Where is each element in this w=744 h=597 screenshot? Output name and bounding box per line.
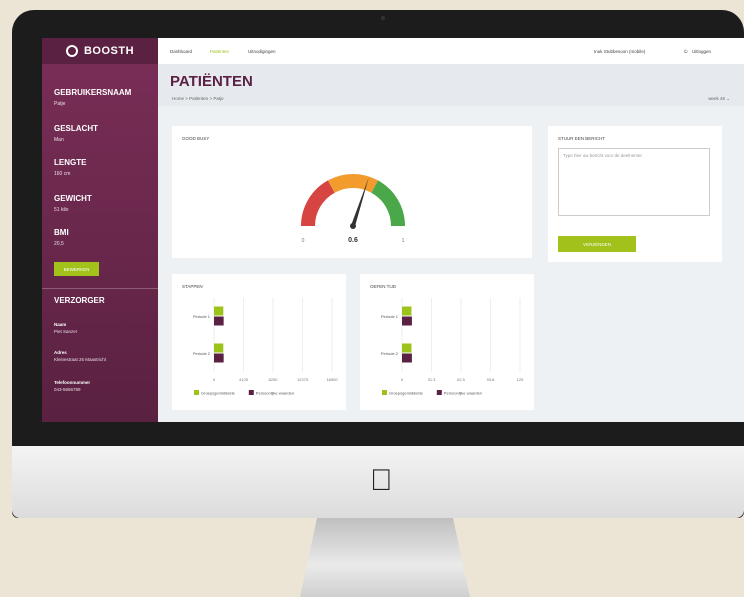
field-value: 51 kilo: [54, 207, 69, 213]
steps-legend-swatch: [248, 390, 254, 395]
field-label: GEWICHT: [54, 194, 92, 203]
logo[interactable]: BOOSTH: [42, 38, 158, 64]
exercise-chart: 0 31.3 62.5 93.8 125 Periode 1 Periode 2 Groeps…: [381, 298, 524, 396]
logo-text: BOOSTH: [83, 45, 135, 57]
field-value: Piet Sanzer: [54, 329, 78, 334]
steps-bar: [214, 343, 224, 353]
field-label: GESLACHT: [54, 124, 98, 133]
message-title: STUUR EEN BERICHT: [558, 136, 606, 141]
caregiver-name: Naam Piet Sanzer: [54, 322, 77, 334]
steps-card: STAPPEN 0 4125 8250 12375 16500 Periode 1 Peri…: [172, 274, 346, 410]
exercise-legend-label: Persoonlijke waarden: [444, 391, 482, 396]
gauge-max-label: 1: [402, 238, 405, 244]
steps-bar: [214, 353, 224, 363]
field-label: GEBRUIKERSNAAM: [54, 88, 132, 97]
field-bmi: BMI 20,5: [54, 228, 69, 247]
steps-category-label: Periode 1: [193, 314, 211, 319]
breadcrumb-current: Patje: [213, 96, 224, 101]
field-gender: GESLACHT Man: [54, 124, 98, 143]
exercise-tick-label: 62.5: [457, 377, 466, 382]
apple-logo-icon: : [370, 464, 393, 498]
exercise-category-label: Periode 2: [381, 351, 399, 356]
steps-legend-label: Groepsgemiddelde: [201, 391, 236, 396]
nav-item-dashboard[interactable]: Dashboard: [170, 49, 192, 54]
field-label: Telefoonnummer: [54, 380, 91, 385]
gauge-segment-high: [370, 180, 405, 227]
gauge-min-label: 0: [302, 238, 305, 244]
breadcrumb-home[interactable]: Home: [172, 96, 184, 101]
field-weight: GEWICHT 51 kilo: [54, 194, 92, 213]
chevron-down-icon: ⌄: [726, 96, 730, 101]
breadcrumb: Home > Patiënten > Patje: [172, 96, 224, 101]
field-length: LENGTE 160 cm: [54, 158, 86, 177]
steps-bar: [214, 306, 224, 316]
field-value: Kleinestraat 25 Maastricht: [54, 357, 107, 362]
steps-bar: [214, 316, 224, 326]
send-button[interactable]: VERZENDEN: [558, 236, 636, 252]
exercise-tick-label: 125: [517, 377, 524, 382]
page-header: PATIËNTEN Home > Patiënten > Patje week …: [158, 64, 744, 106]
gauge-pivot: [350, 223, 356, 229]
exercise-bar: [402, 306, 412, 316]
steps-tick-label: 4125: [239, 377, 249, 382]
logout-link[interactable]: Uitloggen: [692, 49, 711, 54]
nav-item-patients[interactable]: Patiënten: [210, 49, 229, 54]
exercise-tick-label: 31.3: [428, 377, 437, 382]
steps-category-label: Periode 2: [193, 351, 211, 356]
field-label: LENGTE: [54, 158, 87, 167]
nav-item-invitations[interactable]: Uitnodigingen: [248, 49, 276, 54]
steps-tick-label: 8250: [269, 377, 279, 382]
caregiver-address: Adres Kleinestraat 25 Maastricht: [54, 350, 106, 362]
message-input[interactable]: Type hier uw bericht voor de deelnemer: [558, 148, 710, 216]
breadcrumb-patients[interactable]: Patiënten: [189, 96, 208, 101]
steps-tick-label: 12375: [297, 377, 309, 382]
field-label: BMI: [54, 228, 69, 237]
week-value: week 46: [708, 96, 725, 101]
exercise-category-label: Periode 1: [381, 314, 399, 319]
power-icon[interactable]: ⏻: [684, 49, 688, 54]
sidebar: BOOSTH GEBRUIKERSNAAM Patje GESLACHT Man…: [42, 38, 158, 422]
divider: [42, 288, 158, 289]
field-value: Man: [54, 137, 64, 143]
logo-icon: [65, 45, 78, 57]
top-nav: Dashboard Patiënten Uitnodigingen Inuk S…: [158, 38, 744, 64]
field-label: Naam: [54, 322, 67, 327]
exercise-tick-label: 0: [401, 377, 404, 382]
exercise-bar: [402, 316, 412, 326]
gauge-value-label: 0.6: [348, 237, 358, 244]
steps-chart: 0 4125 8250 12375 16500 Periode 1 Periode 2 Gro…: [193, 298, 338, 396]
field-label: Adres: [54, 350, 67, 355]
exercise-tick-label: 93.8: [487, 377, 496, 382]
gauge-segment-low: [301, 180, 336, 227]
caregiver-title: VERZORGER: [54, 296, 105, 305]
field-value: 160 cm: [54, 171, 71, 177]
gauge-segment-mid: [327, 174, 379, 193]
caregiver-phone: Telefoonnummer 043-5656789: [54, 380, 90, 392]
edit-button[interactable]: BEWERKEN: [54, 262, 99, 276]
steps-tick-label: 0: [213, 377, 216, 382]
page-title: PATIËNTEN: [170, 73, 253, 90]
steps-legend-label: Persoonlijke waarden: [256, 391, 294, 396]
steps-legend-swatch: [194, 390, 199, 395]
app-screen: BOOSTH GEBRUIKERSNAAM Patje GESLACHT Man…: [42, 38, 744, 422]
exercise-bar: [402, 353, 412, 363]
user-name[interactable]: Inuk Stubbesoon (mobile): [594, 49, 645, 54]
field-value: 20,5: [54, 241, 64, 247]
field-username: GEBRUIKERSNAAM Patje: [54, 88, 131, 107]
gauge-chart: 0 0.6 1: [301, 174, 405, 244]
exercise-legend-swatch: [436, 390, 442, 395]
exercise-bar: [402, 343, 412, 353]
field-value: Patje: [54, 101, 66, 107]
imac-stand: [300, 518, 470, 597]
exercise-legend-swatch: [382, 390, 387, 395]
message-card: STUUR EEN BERICHT Type hier uw bericht v…: [548, 126, 722, 262]
exercise-card: OEFEN TIJD 0 31.3 62.5 93.8 125 Periode 1 Peri…: [360, 274, 534, 410]
gauge-card: GOOD BUSY 0 0.6 1: [172, 126, 532, 258]
steps-tick-label: 16500: [326, 377, 338, 382]
field-value: 043-5656789: [54, 387, 81, 392]
exercise-legend-label: Groepsgemiddelde: [389, 391, 424, 396]
camera-icon: [381, 16, 385, 20]
week-select[interactable]: week 46 ⌄: [708, 96, 730, 102]
